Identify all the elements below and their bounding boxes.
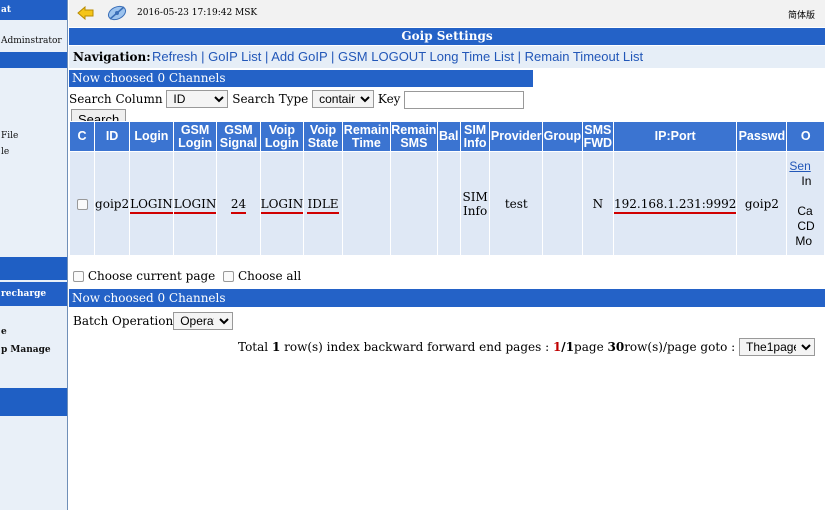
search-type-select[interactable]: contain	[312, 90, 375, 108]
cell-sim-info: SIM Info	[460, 152, 490, 255]
datetime: 2016-05-23 17:19:42 MSK	[137, 8, 258, 18]
cell-group	[543, 152, 582, 255]
table-row: goip2 LOGIN LOGIN 24 LOGIN IDLE SIM Info…	[70, 152, 824, 255]
sidebar-divider	[0, 52, 67, 68]
search-column-label: Search Column	[69, 92, 163, 106]
batch-operation-label: Batch Operation	[73, 314, 174, 328]
sidebar-divider	[0, 388, 67, 416]
cell-passwd: goip2	[737, 152, 787, 255]
sidebar: at Adminstrator File le recharge e p Man…	[0, 0, 68, 510]
col-header[interactable]: Group	[543, 122, 582, 151]
cell-gsm-login: LOGIN	[173, 196, 217, 214]
batch-row: Batch Operation Operatio	[69, 311, 234, 331]
nav-link-refresh[interactable]: Refresh	[152, 49, 198, 64]
choose-row: Choose current page Choose all	[69, 266, 301, 286]
col-header[interactable]: Remain SMS	[390, 122, 437, 151]
language-switch[interactable]: 简体版	[788, 8, 815, 21]
col-header[interactable]: Passwd	[737, 122, 787, 151]
cell-remain-sms	[390, 152, 437, 255]
sidebar-divider	[0, 257, 67, 280]
cell-bal	[437, 152, 460, 255]
col-header[interactable]: C	[70, 122, 95, 151]
col-header[interactable]: IP:Port	[613, 122, 737, 151]
pager-per-page: 30	[607, 340, 625, 354]
col-header[interactable]: Voip Login	[260, 122, 304, 151]
op-link-cd[interactable]: CD	[789, 219, 814, 233]
choose-current-page-checkbox[interactable]	[73, 271, 84, 282]
row-checkbox[interactable]	[76, 198, 88, 210]
op-link-info[interactable]: In	[789, 174, 811, 188]
col-header[interactable]: Remain Time	[342, 122, 390, 151]
top-bar: 2016-05-23 17:19:42 MSK 简体版	[69, 0, 825, 27]
col-header[interactable]: GSM Login	[173, 122, 217, 151]
chosen-channels-bar: Now choosed 0 Channels	[69, 70, 533, 87]
search-key-input[interactable]	[404, 90, 525, 109]
satellite-logo-icon	[107, 5, 127, 21]
chosen-channels-bar-bottom: Now choosed 0 Channels	[69, 289, 825, 307]
pager-total-label: Total	[238, 340, 272, 354]
pager-nav-text[interactable]: row(s) index backward forward end pages …	[280, 340, 553, 354]
sidebar-item-le[interactable]: le	[0, 147, 67, 157]
cell-voip-login: LOGIN	[260, 196, 304, 214]
navigation-label: Navigation:	[73, 50, 151, 64]
pagination: Total 1 row(s) index backward forward en…	[238, 337, 816, 357]
col-header[interactable]: Bal	[437, 122, 460, 151]
cell-provider: test	[490, 152, 543, 255]
sidebar-item-manage[interactable]: p Manage	[0, 345, 67, 355]
cell-id: goip2	[95, 152, 130, 255]
channels-table-wrap: C ID Login GSM Login GSM Signal Voip Log…	[69, 121, 825, 260]
cell-ip-port: 192.168.1.231:9992	[613, 196, 737, 214]
col-header[interactable]: SMS FWD	[582, 122, 613, 151]
choose-all-checkbox[interactable]	[223, 271, 235, 282]
search-type-label: Search Type	[232, 92, 309, 106]
channels-table: C ID Login GSM Login GSM Signal Voip Log…	[69, 121, 825, 256]
nav-link-gsm-logout-list[interactable]: GSM LOGOUT Long Time List	[338, 49, 514, 64]
cell-login: LOGIN	[130, 196, 173, 214]
col-header[interactable]: O	[787, 122, 824, 151]
col-header[interactable]: Voip State	[304, 122, 342, 151]
cell-gsm-signal: 24	[230, 196, 247, 214]
pager-total-pages: 1	[565, 340, 575, 354]
batch-operation-select[interactable]: Operatio	[173, 312, 234, 330]
col-header[interactable]: Login	[130, 122, 173, 151]
choose-all-label: Choose all	[237, 269, 302, 283]
col-header[interactable]: SIM Info	[460, 122, 490, 151]
op-link-mo[interactable]: Mo	[789, 234, 812, 248]
op-link-send[interactable]: Sen	[789, 159, 810, 173]
nav-link-goip-list[interactable]: GoIP List	[208, 49, 261, 64]
op-link-cancel[interactable]: Ca	[789, 204, 812, 218]
nav-link-add-goip[interactable]: Add GoIP	[271, 49, 327, 64]
cell-sms-fwd: N	[582, 152, 613, 255]
search-column-select[interactable]: ID	[166, 90, 229, 108]
cell-voip-state: IDLE	[307, 196, 339, 214]
col-header[interactable]: GSM Signal	[217, 122, 260, 151]
choose-current-page-label: Choose current page	[87, 269, 216, 283]
sidebar-header: at	[0, 0, 67, 20]
sidebar-item-e[interactable]: e	[0, 327, 67, 337]
key-label: Key	[377, 92, 401, 106]
nav-link-remain-timeout-list[interactable]: Remain Timeout List	[525, 49, 644, 64]
col-header[interactable]: Provider	[490, 122, 543, 151]
sidebar-user: Adminstrator	[1, 36, 62, 46]
search-row: Search Column ID Search Type contain Key…	[69, 89, 539, 129]
pager-goto-label: row(s)/page goto :	[624, 340, 740, 354]
page-title: Goip Settings	[69, 28, 825, 45]
navigation-bar: Navigation: Refresh | GoIP List | Add Go…	[69, 46, 825, 68]
back-arrow-icon[interactable]	[77, 6, 94, 20]
cell-remain-time	[342, 152, 390, 255]
table-header-row: C ID Login GSM Login GSM Signal Voip Log…	[70, 122, 824, 151]
cell-operations: Sen In Ca CD Mo	[787, 152, 824, 255]
sim-info-text: SIM Info	[462, 189, 488, 218]
pager-page-word: page	[574, 340, 608, 354]
sidebar-item-file[interactable]: File	[0, 131, 67, 141]
pager-goto-select[interactable]: The1page	[739, 338, 816, 356]
col-header[interactable]: ID	[95, 122, 130, 151]
sidebar-group-recharge[interactable]: recharge	[0, 282, 67, 306]
